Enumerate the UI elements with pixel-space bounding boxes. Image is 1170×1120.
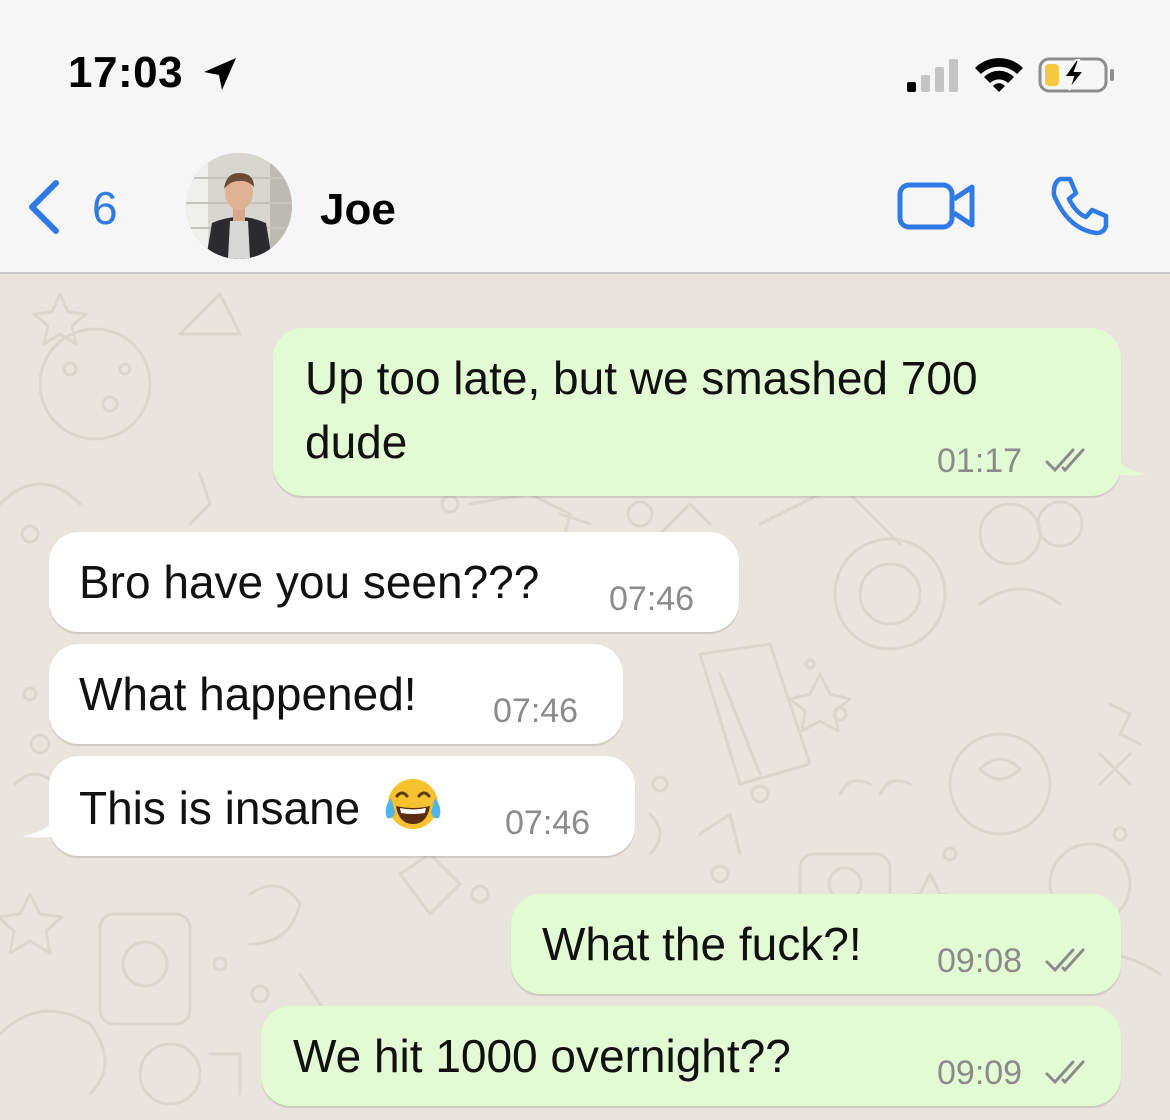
message-time: 09:08 [937, 942, 1023, 980]
message-time: 09:09 [937, 1054, 1023, 1092]
message-bubble-outgoing[interactable]: We hit 1000 overnight?? 09:09 [261, 1006, 1121, 1106]
message-line: dude [305, 416, 408, 468]
message-bubble-incoming[interactable]: This is insane 07:46 [49, 756, 635, 856]
message-text: Up too late, but we smashed 700 dude [305, 346, 978, 474]
message-text: This is insane [79, 774, 443, 840]
contact-name[interactable]: Joe [320, 185, 396, 235]
double-check-icon [1045, 948, 1085, 973]
message-bubble-outgoing[interactable]: Up too late, but we smashed 700 dude 01:… [273, 328, 1121, 496]
message-text: We hit 1000 overnight?? [293, 1030, 791, 1082]
message-bubble-incoming[interactable]: What happened! 07:46 [49, 644, 623, 744]
message-text: Bro have you seen??? [79, 556, 540, 608]
battery-charging-icon [1038, 57, 1114, 93]
location-arrow-icon [204, 58, 236, 90]
avatar-photo [186, 153, 292, 259]
bubble-tail [22, 804, 62, 838]
phone-icon[interactable] [1046, 173, 1112, 239]
avatar[interactable] [186, 153, 292, 259]
video-camera-icon[interactable] [896, 179, 978, 233]
message-bubble-incoming[interactable]: Bro have you seen??? 07:46 [49, 532, 739, 632]
double-check-icon [1045, 448, 1085, 473]
face-with-tears-of-joy-icon [385, 779, 441, 829]
message-bubble-outgoing[interactable]: What the fuck?! 09:08 [511, 894, 1121, 994]
chevron-left-icon [29, 180, 59, 234]
chat-area[interactable]: Up too late, but we smashed 700 dude 01:… [0, 274, 1170, 1120]
message-time: 07:46 [505, 804, 591, 842]
chat-header: 6 Joe [0, 135, 1170, 274]
message-time: 07:46 [493, 692, 579, 730]
message-text: What happened! [79, 668, 417, 720]
message-line: Up too late, but we smashed 700 [305, 352, 978, 404]
double-check-icon [1045, 1060, 1085, 1085]
message-text: What the fuck?! [542, 918, 862, 970]
back-button[interactable]: 6 [24, 173, 134, 237]
unread-count: 6 [92, 182, 118, 234]
bubble-tail [1108, 442, 1148, 476]
message-text-content: This is insane [79, 782, 361, 834]
message-time: 07:46 [609, 580, 695, 618]
status-bar: 17:03 [0, 0, 1170, 135]
cellular-signal-icon [907, 59, 958, 92]
status-time: 17:03 [68, 48, 184, 97]
message-time: 01:17 [937, 442, 1023, 480]
wifi-icon [975, 58, 1023, 92]
